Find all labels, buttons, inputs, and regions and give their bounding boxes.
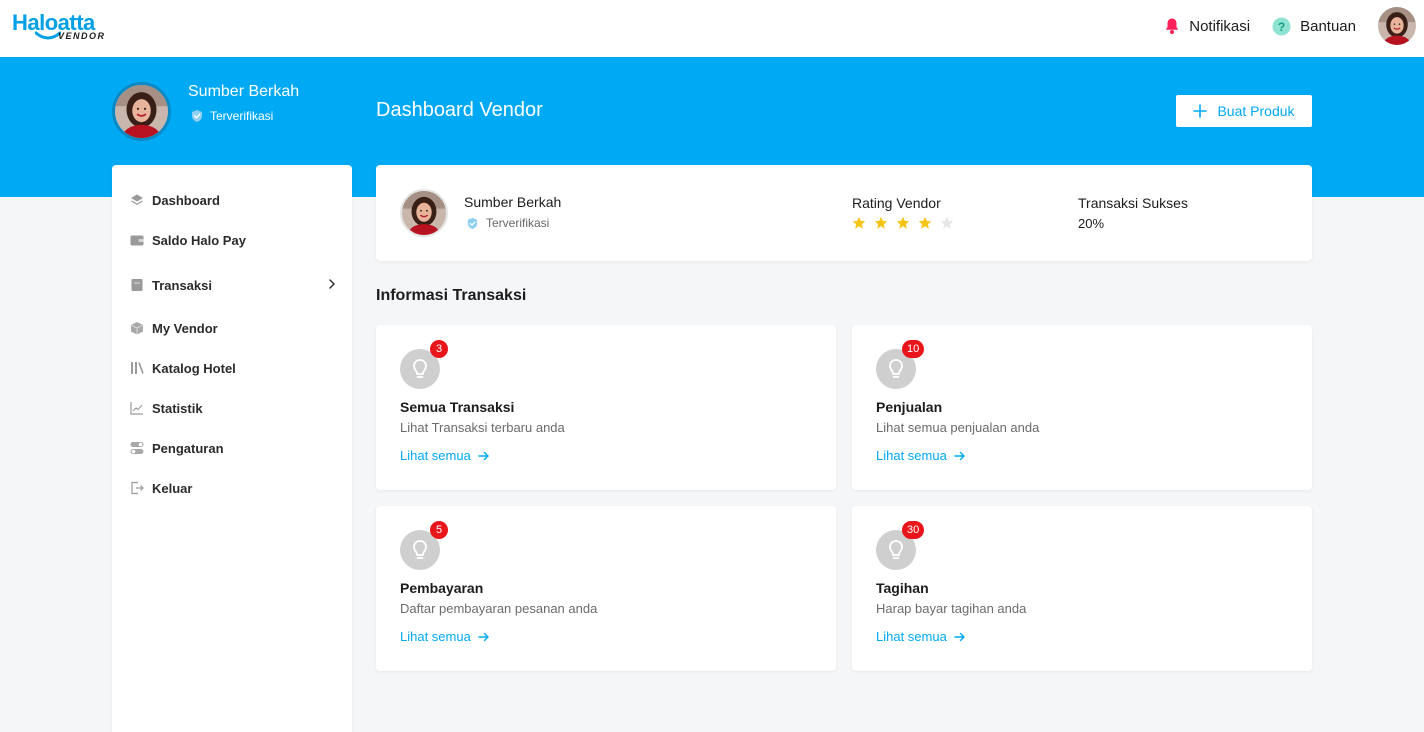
see-all-link[interactable]: Lihat semua bbox=[400, 629, 490, 644]
profile-name: Sumber Berkah bbox=[188, 83, 300, 100]
sidebar-item-label: Saldo Halo Pay bbox=[152, 232, 246, 248]
sidebar-item-pengaturan[interactable]: Pengaturan bbox=[130, 436, 336, 460]
sidebar-item-katalog-hotel[interactable]: Katalog Hotel bbox=[130, 356, 336, 380]
count-badge: 30 bbox=[902, 521, 925, 539]
layers-icon bbox=[130, 193, 144, 207]
haloatta-logo[interactable]: Haloatta VENDOR bbox=[12, 10, 108, 42]
star-filled-icon bbox=[918, 216, 932, 229]
notifications-label: Notifikasi bbox=[1189, 17, 1251, 35]
see-all-label: Lihat semua bbox=[400, 448, 471, 463]
star-filled-icon bbox=[874, 216, 888, 229]
svg-text:?: ? bbox=[1278, 20, 1285, 34]
verified-label: Terverifikasi bbox=[210, 109, 274, 123]
success-transactions-label: Transaksi Sukses bbox=[1078, 195, 1188, 211]
vendor-name: Sumber Berkah bbox=[464, 194, 562, 210]
plus-icon bbox=[1193, 104, 1208, 118]
box-icon bbox=[130, 321, 144, 335]
sidebar-item-label: Transaksi bbox=[152, 277, 212, 293]
card-title: Penjualan bbox=[876, 399, 943, 415]
verified-shield-icon bbox=[190, 109, 204, 123]
create-product-button[interactable]: Buat Produk bbox=[1176, 95, 1312, 127]
vendor-verified-label: Terverifikasi bbox=[486, 216, 550, 230]
arrow-right-icon bbox=[478, 450, 490, 462]
star-empty-icon bbox=[940, 216, 954, 229]
rating-label: Rating Vendor bbox=[852, 195, 941, 211]
sidebar-item-saldo[interactable]: Saldo Halo Pay bbox=[130, 228, 336, 252]
arrow-right-icon bbox=[478, 631, 490, 643]
sidebar-item-statistik[interactable]: Statistik bbox=[130, 396, 336, 420]
sidebar-item-dashboard[interactable]: Dashboard bbox=[130, 188, 336, 212]
card-description: Daftar pembayaran pesanan anda bbox=[400, 601, 598, 616]
card-description: Lihat semua penjualan anda bbox=[876, 420, 1040, 435]
sidebar: Dashboard Saldo Halo Pay Transaksi My Ve… bbox=[112, 165, 352, 732]
card-title: Pembayaran bbox=[400, 580, 484, 596]
card-description: Lihat Transaksi terbaru anda bbox=[400, 420, 565, 435]
see-all-label: Lihat semua bbox=[876, 629, 947, 644]
vendor-avatar bbox=[400, 189, 448, 237]
see-all-label: Lihat semua bbox=[876, 448, 947, 463]
notifications-link[interactable]: Notifikasi bbox=[1164, 17, 1250, 35]
bell-icon bbox=[1166, 18, 1179, 34]
help-label: Bantuan bbox=[1300, 17, 1356, 35]
sidebar-item-label: Keluar bbox=[152, 480, 193, 496]
success-transactions-value: 20% bbox=[1078, 216, 1105, 231]
wallet-icon bbox=[130, 233, 144, 247]
card-title: Tagihan bbox=[876, 580, 929, 596]
chevron-right-icon bbox=[329, 279, 336, 289]
info-card-pembayaran: 5 Pembayaran Daftar pembayaran pesanan a… bbox=[376, 506, 836, 671]
sidebar-item-label: Statistik bbox=[152, 400, 203, 416]
sidebar-item-label: Pengaturan bbox=[152, 440, 224, 456]
card-description: Harap bayar tagihan anda bbox=[876, 601, 1027, 616]
count-badge: 5 bbox=[430, 521, 448, 539]
sidebar-item-label: Katalog Hotel bbox=[152, 360, 236, 376]
info-card-penjualan: 10 Penjualan Lihat semua penjualan anda … bbox=[852, 325, 1312, 490]
verified-status: Terverifikasi bbox=[190, 109, 273, 123]
star-filled-icon bbox=[896, 216, 910, 229]
sidebar-item-label: Dashboard bbox=[152, 192, 220, 208]
vendor-summary-card: Sumber Berkah Terverifikasi Rating Vendo… bbox=[376, 165, 1312, 261]
count-badge: 10 bbox=[902, 340, 925, 358]
receipt-icon bbox=[130, 278, 144, 292]
see-all-link[interactable]: Lihat semua bbox=[400, 448, 490, 463]
books-icon bbox=[130, 361, 144, 375]
avatar-image bbox=[402, 191, 446, 235]
verified-shield-icon bbox=[466, 217, 479, 230]
logout-icon bbox=[130, 481, 144, 495]
user-avatar[interactable] bbox=[1378, 7, 1416, 45]
sidebar-item-label: My Vendor bbox=[152, 320, 218, 336]
profile-avatar bbox=[112, 82, 171, 141]
arrow-right-icon bbox=[954, 450, 966, 462]
page-title: Dashboard Vendor bbox=[376, 99, 543, 121]
create-product-label: Buat Produk bbox=[1217, 103, 1295, 119]
see-all-link[interactable]: Lihat semua bbox=[876, 629, 966, 644]
rating-stars bbox=[852, 216, 962, 230]
sidebar-item-my-vendor[interactable]: My Vendor bbox=[130, 316, 336, 340]
card-title: Semua Transaksi bbox=[400, 399, 515, 415]
top-navbar: Haloatta VENDOR Notifikasi ? Bantuan bbox=[0, 0, 1424, 57]
nav-actions: Notifikasi ? Bantuan bbox=[1164, 7, 1416, 45]
info-card-semua-transaksi: 3 Semua Transaksi Lihat Transaksi terbar… bbox=[376, 325, 836, 490]
vendor-verified-status: Terverifikasi bbox=[466, 216, 549, 230]
sidebar-item-keluar[interactable]: Keluar bbox=[130, 476, 336, 500]
line-chart-icon bbox=[130, 401, 144, 415]
help-circle-icon: ? bbox=[1272, 17, 1291, 35]
star-filled-icon bbox=[852, 216, 866, 229]
section-title: Informasi Transaksi bbox=[376, 287, 527, 304]
logo-subtitle: VENDOR bbox=[58, 31, 106, 41]
info-card-tagihan: 30 Tagihan Harap bayar tagihan anda Liha… bbox=[852, 506, 1312, 671]
help-link[interactable]: ? Bantuan bbox=[1272, 17, 1356, 36]
toggle-icon bbox=[130, 441, 144, 455]
avatar-image bbox=[1378, 7, 1416, 45]
avatar-image bbox=[115, 85, 168, 138]
count-badge: 3 bbox=[430, 340, 448, 358]
arrow-right-icon bbox=[954, 631, 966, 643]
see-all-label: Lihat semua bbox=[400, 629, 471, 644]
sidebar-item-transaksi[interactable]: Transaksi bbox=[130, 273, 336, 297]
see-all-link[interactable]: Lihat semua bbox=[876, 448, 966, 463]
